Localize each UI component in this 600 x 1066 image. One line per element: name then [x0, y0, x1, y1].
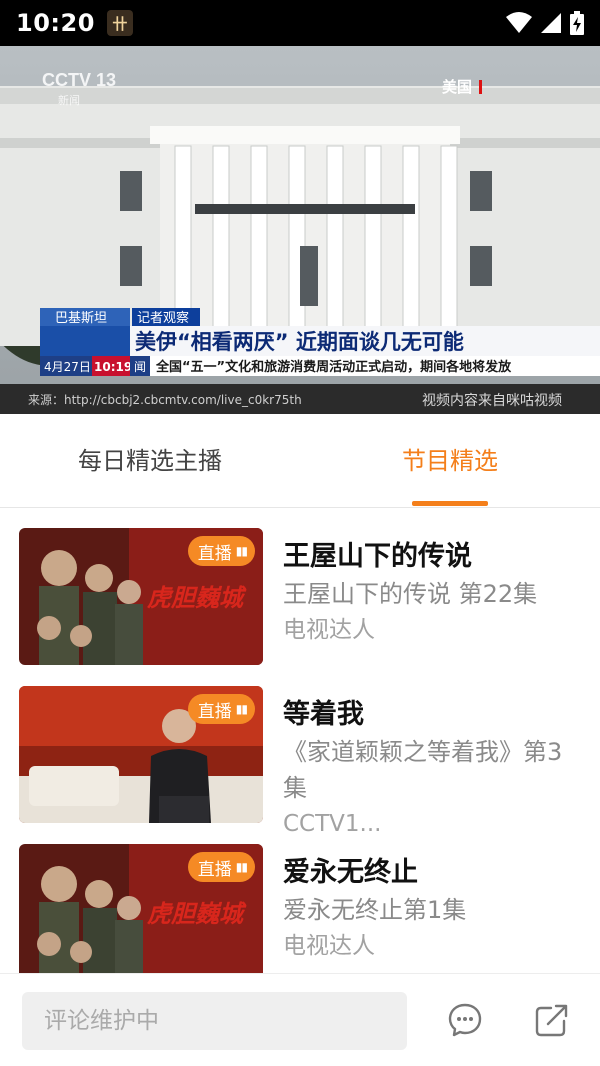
video-date: 4月27日 — [44, 360, 91, 374]
program-list[interactable]: 虎胆巍城 直播 ▮▮ 王屋山下的传说 王屋山下的传说 第22集 电视达人 直播 … — [0, 509, 600, 973]
tab-daily-hosts[interactable]: 每日精选主播 — [0, 414, 300, 508]
battery-charging-icon — [570, 11, 584, 35]
live-bars-icon: ▮▮ — [235, 702, 248, 716]
wifi-icon — [506, 12, 532, 33]
video-clock: 10:19 — [94, 360, 132, 374]
program-thumbnail[interactable]: 虎胆巍城 直播 ▮▮ — [19, 844, 263, 973]
video-player[interactable]: CCTV 13 新闻 美国 巴基斯坦 记者观察 美伊“相看两厌” 近期面谈几无可… — [0, 46, 600, 414]
signal-icon — [541, 13, 561, 33]
live-bars-icon: ▮▮ — [235, 544, 248, 558]
live-badge-label: 直播 — [197, 543, 232, 564]
video-provider: 视频内容来自咪咕视频 — [422, 392, 562, 409]
comment-input[interactable]: 评论维护中 — [22, 992, 407, 1050]
comment-bar: 评论维护中 — [0, 973, 600, 1066]
live-badge: 直播 ▮▮ — [187, 694, 255, 724]
tab-program-picks[interactable]: 节目精选 — [300, 414, 600, 508]
program-title[interactable]: 等着我 — [283, 696, 583, 734]
program-thumbnail[interactable]: 虎胆巍城 直播 ▮▮ — [19, 528, 263, 665]
program-title[interactable]: 爱永无终止 — [283, 854, 583, 892]
banner-tag-country: 巴基斯坦 — [55, 311, 107, 326]
chat-bubble-icon[interactable] — [445, 1000, 485, 1040]
poster-title: 虎胆巍城 — [147, 899, 247, 928]
live-bars-icon: ▮▮ — [235, 860, 248, 874]
video-ticker: 全国“五一”文化和旅游消费周活动正式启动，期间各地将发放 — [155, 359, 512, 375]
poster-title: 虎胆巍城 — [147, 583, 247, 612]
list-item[interactable]: 虎胆巍城 直播 ▮▮ 王屋山下的传说 王屋山下的传说 第22集 电视达人 — [0, 528, 600, 668]
list-item[interactable]: 虎胆巍城 直播 ▮▮ 爱永无终止 爱永无终止第1集 电视达人 — [0, 844, 600, 973]
tab-bar: 每日精选主播 节目精选 — [0, 414, 600, 508]
share-icon[interactable] — [532, 1000, 572, 1040]
video-headline: 美伊“相看两厌” 近期面谈几无可能 — [135, 330, 464, 354]
video-source: 来源：http://cbcbj2.cbcmtv.com/live_c0kr75t… — [28, 393, 302, 407]
program-episode: 《家道颖颖之等着我》第3集 — [283, 738, 563, 802]
live-badge-label: 直播 — [197, 701, 232, 722]
app-notification-icon: 卄 — [106, 10, 133, 36]
channel-sub: 新闻 — [58, 93, 80, 107]
channel-logo: CCTV 13 — [42, 70, 116, 90]
program-source: CCTV1... — [283, 811, 382, 837]
live-badge-label: 直播 — [197, 859, 232, 880]
banner-tag-report: 记者观察 — [137, 311, 189, 326]
live-badge: 直播 ▮▮ — [187, 536, 255, 566]
location-tag: 美国 — [442, 78, 472, 96]
list-item[interactable]: 直播 ▮▮ 等着我 《家道颖颖之等着我》第3集 CCTV1... — [0, 686, 600, 837]
status-time: 10:20 — [16, 9, 95, 37]
active-tab-indicator — [412, 501, 488, 506]
program-episode: 爱永无终止第1集 — [283, 896, 467, 924]
status-bar: 10:20 卄 — [0, 0, 600, 46]
program-source: 电视达人 — [283, 617, 375, 643]
program-thumbnail[interactable]: 直播 ▮▮ — [19, 686, 263, 823]
ticker-label: 闻 — [134, 360, 146, 374]
program-title[interactable]: 王屋山下的传说 — [283, 538, 583, 576]
program-source: 电视达人 — [283, 933, 375, 959]
live-badge: 直播 ▮▮ — [187, 852, 255, 882]
program-episode: 王屋山下的传说 第22集 — [283, 580, 538, 608]
